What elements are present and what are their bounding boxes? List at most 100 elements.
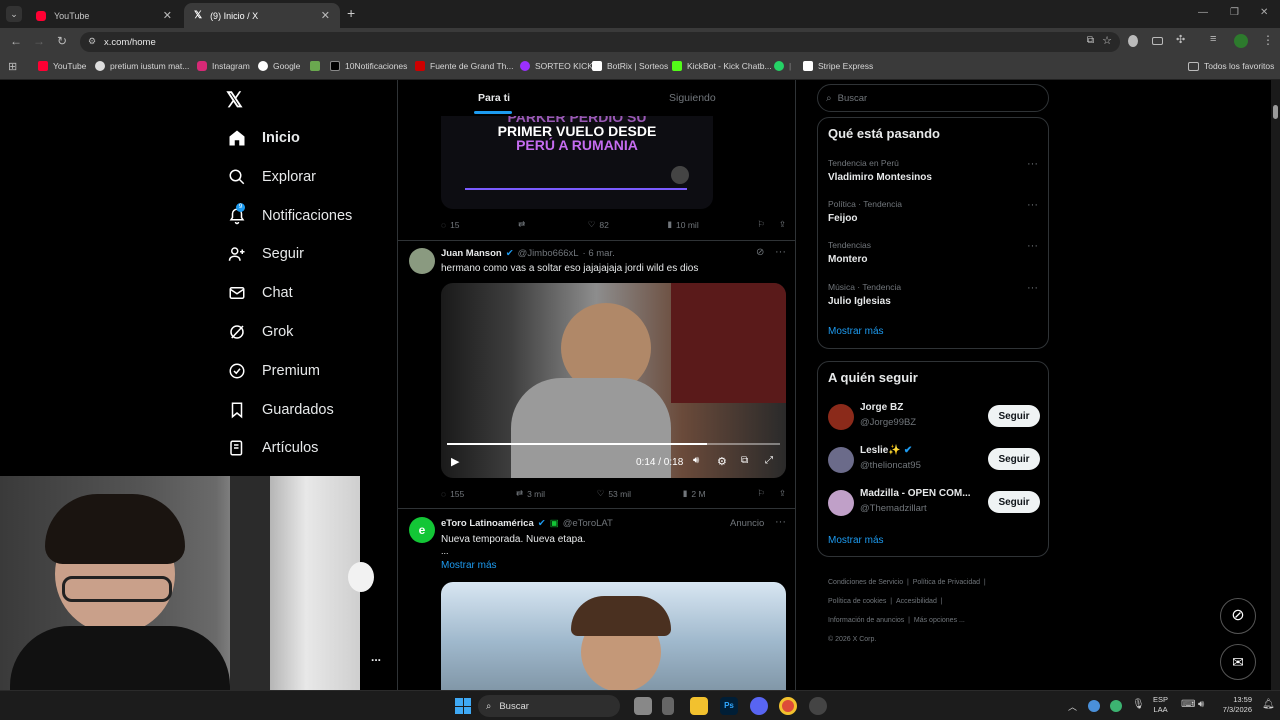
footer-link[interactable]: Más opciones ...	[914, 617, 965, 624]
scroll-to-top-bubble[interactable]	[348, 562, 374, 592]
nav-item-grok[interactable]: Grok	[226, 317, 396, 347]
bookmark-fuente-gta[interactable]: Fuente de Grand Th...	[415, 61, 513, 71]
footer-link[interactable]: Política de Privacidad	[913, 579, 980, 586]
more-icon[interactable]: ···	[1027, 240, 1038, 252]
fullscreen-icon[interactable]: ⤢	[765, 455, 773, 466]
close-window-icon[interactable]: ✕	[1260, 7, 1268, 18]
bookmark-pretium[interactable]: pretium iustum mat...	[95, 61, 189, 71]
search-input[interactable]: Buscar	[838, 93, 868, 104]
nav-item-home[interactable]: Inicio	[226, 123, 396, 153]
author-handle[interactable]: @Jimbo666xL	[518, 248, 579, 259]
tray-icon[interactable]	[1110, 700, 1122, 712]
tab-search-button[interactable]: ⌄	[6, 6, 22, 22]
follow-button[interactable]: Seguir	[988, 491, 1040, 513]
nav-item-bookmarks[interactable]: Guardados	[226, 395, 396, 425]
minimize-icon[interactable]: —	[1198, 7, 1208, 18]
nav-item-premium[interactable]: Premium	[226, 356, 396, 386]
tweet-video[interactable]: ▶ 0:14 / 0:18 🔊︎ ⚙ ⧉ ⤢	[441, 283, 786, 478]
author-name[interactable]: eToro Latinoamérica	[441, 518, 534, 529]
bookmark-botrix[interactable]: BotRix | Sorteos	[592, 61, 668, 71]
app-icon[interactable]	[809, 697, 827, 715]
footer-link[interactable]: Condiciones de Servicio	[828, 579, 903, 586]
repost-button[interactable]: ⇄	[518, 219, 529, 230]
play-icon[interactable]: ▶	[451, 455, 459, 468]
bookmark-icon[interactable]: ⚐	[757, 219, 765, 230]
search-box[interactable]: ⌕ Buscar	[817, 84, 1049, 112]
mail-icon[interactable]: ✉	[1220, 644, 1256, 680]
restore-icon[interactable]: ❐	[1230, 7, 1239, 18]
tweet-date[interactable]: · 6 mar.	[583, 248, 615, 259]
follow-suggestion[interactable]: Madzilla - OPEN COM... @Themadzillart Se…	[828, 488, 1040, 516]
bookmark-whatsapp[interactable]: |	[774, 61, 791, 71]
follow-button[interactable]: Seguir	[988, 448, 1040, 470]
bookmark-youtube[interactable]: YouTube	[38, 61, 86, 71]
reply-button[interactable]: ◌ 155	[441, 489, 464, 499]
volume-icon[interactable]: 🔊︎	[693, 455, 699, 466]
chrome-icon[interactable]	[779, 697, 797, 715]
notifications-icon[interactable]: 🔔︎	[1262, 699, 1275, 710]
show-more-link[interactable]: Mostrar más	[828, 326, 884, 337]
trend-item[interactable]: Tendencias Montero ···	[828, 240, 1038, 265]
like-button[interactable]: ♡ 53 mil	[597, 488, 631, 499]
account-more-icon[interactable]: ...	[371, 650, 381, 664]
avatar[interactable]	[409, 248, 435, 274]
bookmark-google[interactable]: Google	[258, 61, 300, 71]
tab-x-home[interactable]: 𝕏 (9) Inicio / X ✕	[184, 3, 340, 28]
show-more-link[interactable]: Mostrar más	[828, 535, 884, 546]
extension-icon[interactable]	[1152, 37, 1163, 45]
bookmark-stripe[interactable]: Stripe Express	[803, 61, 873, 71]
bookmark-kickbot[interactable]: KickBot - Kick Chatb...	[672, 61, 772, 71]
scrollbar[interactable]	[1271, 80, 1280, 690]
more-icon[interactable]: ···	[1027, 282, 1038, 294]
settings-icon[interactable]: ⚙	[717, 455, 727, 468]
tray-icon[interactable]	[1088, 700, 1100, 712]
scrollbar-thumb[interactable]	[1273, 105, 1278, 119]
media-icon[interactable]: ≡	[1210, 33, 1216, 45]
share-icon[interactable]: ⇪	[779, 219, 786, 230]
share-icon[interactable]: ⇪	[779, 488, 786, 499]
volume-icon[interactable]: 🔊︎	[1198, 699, 1204, 710]
apps-icon[interactable]: ⊞	[8, 60, 17, 73]
footer-link[interactable]: Accesibilidad	[896, 598, 937, 605]
footer-link[interactable]: Información de anuncios	[828, 617, 904, 624]
more-icon[interactable]: ···	[1027, 199, 1038, 211]
footer-link[interactable]: Política de cookies	[828, 598, 886, 605]
pip-icon[interactable]: ⧉	[741, 455, 748, 466]
back-icon[interactable]: ←	[10, 34, 22, 48]
x-logo-icon[interactable]: 𝕏	[226, 88, 243, 113]
discord-icon[interactable]	[750, 697, 768, 715]
start-icon[interactable]	[455, 698, 471, 714]
reply-button[interactable]: ◌ 15	[441, 220, 460, 230]
reload-icon[interactable]: ↻	[57, 34, 67, 48]
author-name[interactable]: Juan Manson	[441, 248, 502, 259]
repost-button[interactable]: ⇄ 3 mil	[516, 488, 545, 499]
site-info-icon[interactable]: ⚙	[88, 36, 96, 47]
trend-item[interactable]: Política · Tendencia Feijoo ···	[828, 199, 1038, 224]
close-icon[interactable]: ✕	[321, 9, 330, 22]
etoro-avatar[interactable]: e	[409, 517, 435, 543]
like-button[interactable]: ♡ 82	[588, 219, 609, 230]
views-button[interactable]: ▮ 2 M	[683, 488, 706, 499]
bookmark-sorteo-kick[interactable]: SORTEO KICK	[520, 61, 593, 71]
close-icon[interactable]: ✕	[163, 9, 172, 22]
follow-suggestion[interactable]: Leslie✨ ✔ @thelioncat95 Seguir	[828, 445, 1040, 473]
taskbar-search[interactable]: ⌕ Buscar	[478, 695, 620, 717]
tweet-media-image[interactable]: PARKER PERDIÓ SU PRIMER VUELO DESDE PERÚ…	[441, 116, 713, 209]
nav-item-chat[interactable]: Chat	[226, 278, 396, 308]
bookmark-unnamed[interactable]	[310, 61, 325, 71]
bookmark-10notificaciones[interactable]: 10Notificaciones	[330, 61, 407, 71]
microphone-icon[interactable]: 🎙︎	[1132, 699, 1145, 710]
follow-suggestion[interactable]: Jorge BZ @Jorge99BZ Seguir	[828, 402, 1040, 430]
nav-item-follow[interactable]: Seguir	[226, 239, 396, 269]
profile-avatar[interactable]	[1234, 34, 1248, 48]
address-bar[interactable]: ⚙ x.com/home ⧉ ☆	[80, 32, 1120, 52]
language-indicator[interactable]: ESP LAA	[1153, 695, 1168, 715]
menu-icon[interactable]: ⋮	[1262, 33, 1274, 47]
file-explorer-icon[interactable]	[690, 697, 708, 715]
nav-item-notifications[interactable]: Notificaciones 9	[226, 201, 396, 231]
bookmark-all-folder[interactable]: Todos los favoritos	[1188, 61, 1274, 71]
author-handle[interactable]: @eToroLAT	[563, 518, 613, 529]
puzzle-icon[interactable]: ✣	[1176, 33, 1185, 46]
trend-item[interactable]: Música · Tendencia Julio Iglesias ···	[828, 282, 1038, 307]
extension-icon[interactable]	[1128, 35, 1138, 47]
